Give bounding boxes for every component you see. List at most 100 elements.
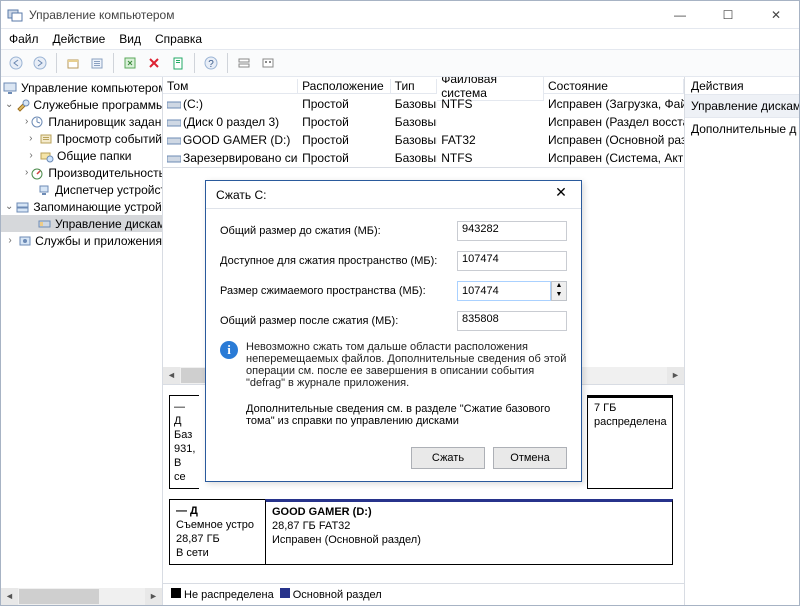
cell: Базовый xyxy=(391,151,438,165)
col-volume[interactable]: Том xyxy=(163,79,298,94)
tree-item-disk-management[interactable]: Управление дисками xyxy=(1,215,162,232)
actions-header: Действия xyxy=(685,77,799,95)
spin-down-button[interactable]: ▼ xyxy=(552,291,566,300)
tree-label: Планировщик заданий xyxy=(48,115,163,129)
nav-forward-button[interactable] xyxy=(29,52,51,74)
info-text: Невозможно сжать том дальше области расп… xyxy=(246,341,567,389)
info-block: i Невозможно сжать том дальше области ра… xyxy=(220,341,567,389)
col-status[interactable]: Состояние xyxy=(544,79,684,94)
menu-help[interactable]: Справка xyxy=(155,32,202,46)
computer-icon xyxy=(3,81,19,95)
up-button[interactable] xyxy=(62,52,84,74)
col-type[interactable]: Тип xyxy=(391,79,438,94)
table-row[interactable]: (Диск 0 раздел 3) Простой Базовый Исправ… xyxy=(163,113,684,131)
partition-size: 7 ГБ xyxy=(594,402,616,414)
dialog-title: Сжать C: xyxy=(216,188,266,202)
menu-action[interactable]: Действие xyxy=(53,32,106,46)
cell: FAT32 xyxy=(437,133,544,147)
settings-button[interactable] xyxy=(257,52,279,74)
shrink-button[interactable]: Сжать xyxy=(411,447,485,469)
cancel-button[interactable]: Отмена xyxy=(493,447,567,469)
separator xyxy=(227,53,228,73)
tree-item-performance[interactable]: ›Производительность xyxy=(1,164,162,181)
separator xyxy=(113,53,114,73)
scroll-thumb[interactable] xyxy=(19,589,99,604)
disk-icon xyxy=(37,217,53,231)
txt: В се xyxy=(174,457,186,483)
scroll-left-icon[interactable]: ◄ xyxy=(163,367,180,384)
scroll-right-icon[interactable]: ► xyxy=(145,588,162,605)
tree-hscroll[interactable]: ◄ ► xyxy=(1,588,162,605)
minimize-button[interactable]: — xyxy=(663,8,697,22)
cell: Исправен (Основной разд xyxy=(544,133,684,147)
cell: Базовый xyxy=(391,115,438,129)
help-button[interactable]: ? xyxy=(200,52,222,74)
tree-item-device-manager[interactable]: Диспетчер устройств xyxy=(1,181,162,198)
expand-icon[interactable]: › xyxy=(25,167,28,178)
collapse-icon[interactable]: ⌄ xyxy=(5,201,13,212)
volume-icon xyxy=(167,154,181,164)
spin-up-button[interactable]: ▲ xyxy=(552,282,566,291)
tree-label: Управление дисками xyxy=(55,217,163,231)
label-total-after: Общий размер после сжатия (МБ): xyxy=(220,315,449,327)
table-row[interactable]: (C:) Простой Базовый NTFS Исправен (Загр… xyxy=(163,95,684,113)
delete-button[interactable] xyxy=(143,52,165,74)
field-available: 107474 xyxy=(457,251,567,271)
separator xyxy=(194,53,195,73)
menubar: Файл Действие Вид Справка xyxy=(1,29,799,49)
partition-unallocated[interactable]: 7 ГБ распределена xyxy=(587,395,673,489)
volume-grid: Том Расположение Тип Файловая система Со… xyxy=(163,77,684,168)
cell: Простой xyxy=(298,133,391,147)
txt: 931, xyxy=(174,443,195,455)
scroll-left-icon[interactable]: ◄ xyxy=(1,588,18,605)
collapse-icon[interactable]: ⌄ xyxy=(5,99,13,110)
col-layout[interactable]: Расположение xyxy=(298,79,391,94)
menu-view[interactable]: Вид xyxy=(119,32,141,46)
cell: Исправен (Раздел восстан xyxy=(544,115,684,129)
device-icon xyxy=(37,183,53,197)
tree-item-shared-folders[interactable]: ›Общие папки xyxy=(1,147,162,164)
dialog-buttons: Сжать Отмена xyxy=(206,439,581,481)
scroll-right-icon[interactable]: ► xyxy=(667,367,684,384)
table-row[interactable]: Зарезервировано системой Простой Базовый… xyxy=(163,149,684,167)
tree-item-event-viewer[interactable]: ›Просмотр событий xyxy=(1,130,162,147)
txt: 28,87 ГБ xyxy=(176,533,220,545)
tree-item-task-scheduler[interactable]: › Планировщик заданий xyxy=(1,113,162,130)
cell: Простой xyxy=(298,115,391,129)
grid-header: Том Расположение Тип Файловая система Со… xyxy=(163,77,684,95)
expand-icon[interactable]: › xyxy=(25,116,28,127)
refresh-button[interactable] xyxy=(119,52,141,74)
view-mode-button[interactable] xyxy=(233,52,255,74)
tree-group-storage[interactable]: ⌄ Запоминающие устройст xyxy=(1,198,162,215)
legend-label: Не распределена xyxy=(184,589,274,601)
options-button[interactable] xyxy=(86,52,108,74)
tree-group-services[interactable]: › Службы и приложения xyxy=(1,232,162,249)
dialog-body: Общий размер до сжатия (МБ): 943282 Дост… xyxy=(206,209,581,439)
label-shrink: Размер сжимаемого пространства (МБ): xyxy=(220,285,449,297)
properties-button[interactable] xyxy=(167,52,189,74)
separator xyxy=(56,53,57,73)
actions-item[interactable]: Дополнительные д xyxy=(685,118,799,140)
partition-name: GOOD GAMER (D:) xyxy=(272,506,372,518)
nav-back-button[interactable] xyxy=(5,52,27,74)
txt: — Д xyxy=(174,401,185,427)
maximize-button[interactable]: ☐ xyxy=(711,8,745,22)
table-row[interactable]: GOOD GAMER (D:) Простой Базовый FAT32 Ис… xyxy=(163,131,684,149)
close-button[interactable]: ✕ xyxy=(759,8,793,22)
label-total-before: Общий размер до сжатия (МБ): xyxy=(220,225,449,237)
disk-row-1[interactable]: — Д Съемное устро 28,87 ГБ В сети GOOD G… xyxy=(169,499,673,565)
legend-swatch-primary xyxy=(280,588,290,598)
partition[interactable]: GOOD GAMER (D:) 28,87 ГБ FAT32 Исправен … xyxy=(265,499,673,565)
menu-file[interactable]: Файл xyxy=(9,32,39,46)
volume-icon xyxy=(167,118,181,128)
expand-icon[interactable]: › xyxy=(25,150,37,161)
expand-icon[interactable]: › xyxy=(5,235,15,246)
dialog-close-button[interactable]: ✕ xyxy=(545,184,577,206)
tree-root[interactable]: Управление компьютером (л xyxy=(1,79,162,96)
expand-icon[interactable]: › xyxy=(25,133,37,144)
actions-item[interactable]: Управление дисками xyxy=(685,95,799,118)
shrink-input[interactable] xyxy=(457,281,551,301)
tree-group-system-tools[interactable]: ⌄ Служебные программы xyxy=(1,96,162,113)
window-title: Управление компьютером xyxy=(29,8,174,22)
info-text-2: Дополнительные сведения см. в разделе "С… xyxy=(220,403,567,427)
